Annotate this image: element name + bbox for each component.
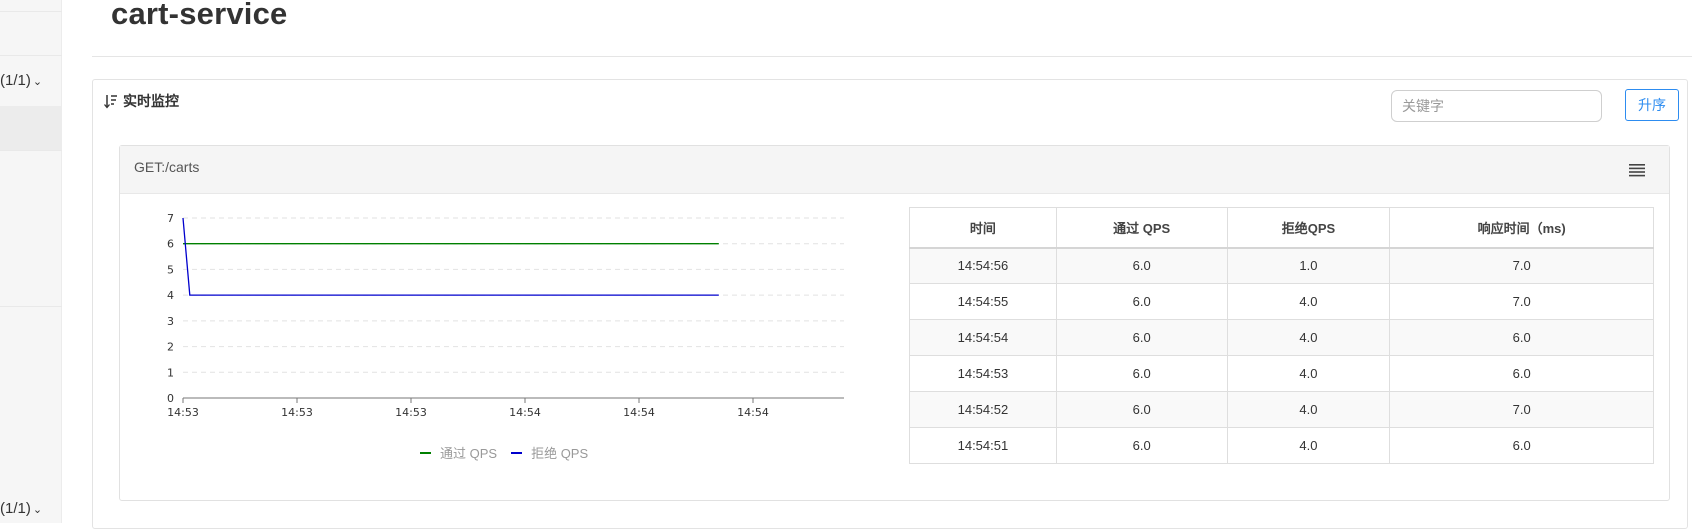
y-tick-label: 2 bbox=[167, 341, 174, 354]
sidebar: (1/1) ⌄ (1/1) ⌄ bbox=[0, 0, 62, 523]
x-tick-label: 14:53 bbox=[167, 406, 199, 419]
sidebar-divider bbox=[0, 12, 62, 56]
cell-response-time: 7.0 bbox=[1389, 283, 1654, 320]
x-tick-label: 14:54 bbox=[623, 406, 655, 419]
series-line-block-qps bbox=[182, 217, 719, 296]
sidebar-divider bbox=[0, 150, 62, 151]
cell-response-time: 7.0 bbox=[1389, 391, 1654, 428]
sidebar-item-active[interactable] bbox=[0, 106, 62, 150]
monitor-heading: 实时监控 bbox=[104, 91, 179, 111]
x-tick-label: 14:54 bbox=[737, 406, 769, 419]
table-row: 14:54:53 6.0 4.0 6.0 bbox=[909, 355, 1654, 392]
legend-item-block[interactable]: 拒绝 QPS bbox=[511, 443, 588, 462]
table-row: 14:54:56 6.0 1.0 7.0 bbox=[909, 247, 1654, 284]
cell-block-qps: 4.0 bbox=[1226, 355, 1391, 392]
table-row: 14:54:55 6.0 4.0 7.0 bbox=[909, 283, 1654, 320]
cell-pass-qps: 6.0 bbox=[1055, 283, 1228, 320]
cell-block-qps: 4.0 bbox=[1226, 391, 1391, 428]
resource-title: GET:/carts bbox=[134, 159, 200, 175]
sidebar-pager-bottom[interactable]: (1/1) ⌄ bbox=[0, 500, 42, 517]
header-pass-qps: 通过 QPS bbox=[1055, 207, 1228, 249]
page-title: cart-service bbox=[111, 0, 288, 31]
legend-label-pass: 通过 QPS bbox=[440, 446, 498, 461]
sidebar-divider bbox=[0, 306, 62, 307]
table-row: 14:54:54 6.0 4.0 6.0 bbox=[909, 319, 1654, 356]
keyword-input[interactable] bbox=[1391, 90, 1602, 122]
cell-pass-qps: 6.0 bbox=[1055, 427, 1228, 464]
sidebar-pager-top[interactable]: (1/1) ⌄ bbox=[0, 72, 42, 89]
x-tick-label: 14:53 bbox=[281, 406, 313, 419]
table-row: 14:54:51 6.0 4.0 6.0 bbox=[909, 427, 1654, 464]
legend-item-pass[interactable]: 通过 QPS bbox=[420, 443, 497, 462]
cell-block-qps: 4.0 bbox=[1226, 427, 1391, 464]
header-response-time: 响应时间（ms) bbox=[1389, 207, 1654, 249]
chevron-down-icon: ⌄ bbox=[32, 76, 43, 88]
legend-swatch-pass bbox=[420, 451, 431, 454]
header-block-qps: 拒绝QPS bbox=[1226, 207, 1391, 249]
cell-time: 14:54:51 bbox=[909, 427, 1057, 464]
legend-swatch-block bbox=[511, 451, 523, 454]
title-divider bbox=[92, 56, 1692, 57]
pager-label: (1/1) bbox=[0, 500, 31, 517]
monitor-heading-label: 实时监控 bbox=[123, 93, 179, 109]
cell-response-time: 6.0 bbox=[1389, 427, 1654, 464]
cell-time: 14:54:56 bbox=[909, 247, 1057, 284]
y-tick-label: 0 bbox=[167, 392, 174, 405]
cell-response-time: 7.0 bbox=[1389, 247, 1654, 284]
y-tick-label: 6 bbox=[167, 238, 174, 251]
pager-label: (1/1) bbox=[0, 72, 31, 89]
cell-time: 14:54:52 bbox=[909, 391, 1057, 428]
chart-legend: 通过 QPS 拒绝 QPS bbox=[420, 443, 602, 462]
table-row: 14:54:52 6.0 4.0 7.0 bbox=[909, 391, 1654, 428]
legend-label-block: 拒绝 QPS bbox=[531, 446, 589, 461]
chevron-down-icon: ⌄ bbox=[32, 504, 43, 516]
cell-response-time: 6.0 bbox=[1389, 319, 1654, 356]
sort-icon bbox=[104, 94, 117, 109]
header-time: 时间 bbox=[909, 207, 1057, 249]
cell-pass-qps: 6.0 bbox=[1055, 355, 1228, 392]
sidebar-divider bbox=[0, 0, 62, 12]
cell-response-time: 6.0 bbox=[1389, 355, 1654, 392]
table-header-row: 时间 通过 QPS 拒绝QPS 响应时间（ms) bbox=[909, 207, 1654, 249]
cell-block-qps: 4.0 bbox=[1226, 283, 1391, 320]
x-tick-label: 14:53 bbox=[395, 406, 427, 419]
qps-line-chart: 0 1 2 3 4 5 6 7 14:53 14:53 14:53 14:54 14:54 14:54 bbox=[167, 212, 844, 419]
x-tick-label: 14:54 bbox=[509, 406, 541, 419]
cell-block-qps: 1.0 bbox=[1226, 247, 1391, 284]
cell-pass-qps: 6.0 bbox=[1055, 247, 1228, 284]
cell-time: 14:54:53 bbox=[909, 355, 1057, 392]
y-tick-label: 4 bbox=[167, 289, 174, 302]
y-tick-label: 7 bbox=[167, 212, 174, 225]
metrics-table: 时间 通过 QPS 拒绝QPS 响应时间（ms) 14:54:56 6.0 1.… bbox=[909, 207, 1654, 464]
cell-pass-qps: 6.0 bbox=[1055, 319, 1228, 356]
cell-pass-qps: 6.0 bbox=[1055, 391, 1228, 428]
menu-icon[interactable] bbox=[1628, 162, 1646, 178]
resource-card-header bbox=[120, 146, 1669, 194]
sort-ascending-button[interactable]: 升序 bbox=[1625, 89, 1679, 121]
cell-time: 14:54:55 bbox=[909, 283, 1057, 320]
y-tick-label: 5 bbox=[167, 263, 174, 276]
cell-time: 14:54:54 bbox=[909, 319, 1057, 356]
cell-block-qps: 4.0 bbox=[1226, 319, 1391, 356]
y-tick-label: 1 bbox=[167, 366, 174, 379]
y-tick-label: 3 bbox=[167, 315, 174, 328]
